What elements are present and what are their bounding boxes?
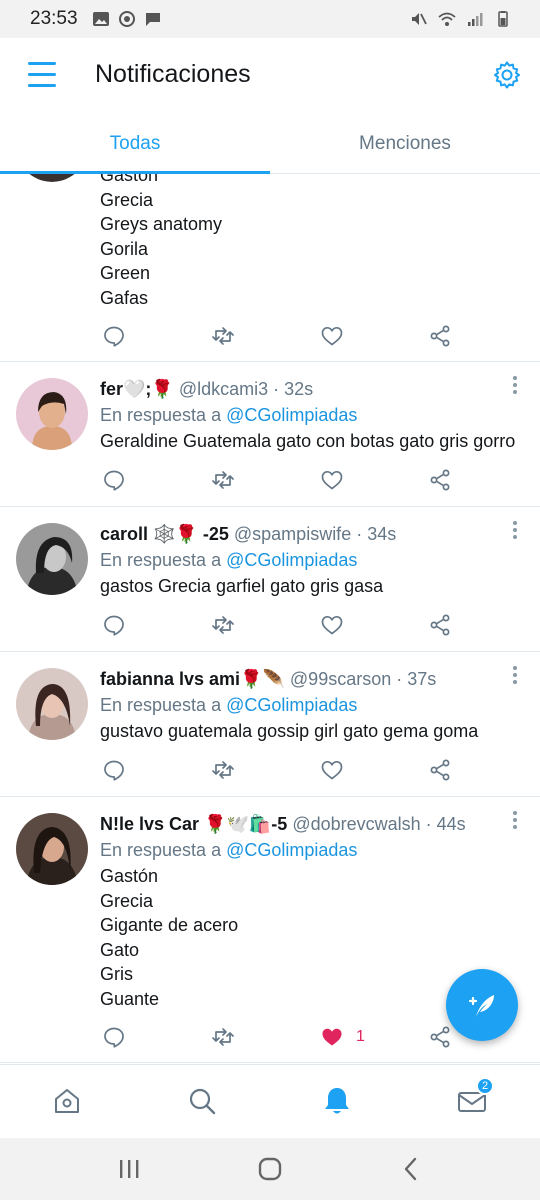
mute-icon — [412, 13, 427, 25]
tweet-header: N!le lvs Car 🌹🕊️🛍️-5 @dobrevcwalsh · 44s — [100, 811, 520, 837]
reply-prefix: En respuesta a — [100, 550, 227, 570]
notification-tabs: Todas Menciones — [0, 114, 540, 175]
retweet-icon[interactable] — [211, 1025, 235, 1049]
home-circle-icon[interactable] — [257, 1156, 283, 1182]
status-time: 23:53 — [30, 8, 78, 29]
reply-icon[interactable] — [102, 758, 126, 782]
reply-icon[interactable] — [102, 468, 126, 492]
avatar[interactable] — [16, 668, 88, 740]
messages-envelope-icon[interactable]: 2 — [456, 1077, 494, 1117]
messages-badge: 2 — [476, 1077, 494, 1095]
display-name[interactable]: N!le lvs Car 🌹🕊️🛍️-5 — [100, 814, 287, 834]
reply-icon[interactable] — [102, 613, 126, 637]
share-icon[interactable] — [428, 1025, 452, 1049]
display-name[interactable]: fabianna lvs ami🌹🪶 — [100, 669, 285, 689]
avatar[interactable] — [16, 174, 88, 182]
share-icon[interactable] — [428, 758, 452, 782]
tweet-item[interactable]: Gastón Grecia Greys anatomy Gorila Green… — [0, 174, 540, 362]
tweet-header: fabianna lvs ami🌹🪶 @99scarson · 37s — [100, 666, 520, 692]
back-icon[interactable] — [400, 1156, 420, 1182]
avatar[interactable] — [16, 378, 88, 450]
signal-icon — [468, 13, 483, 26]
reply-context: En respuesta a @CGolimpiadas — [100, 692, 520, 718]
reply-context: En respuesta a @CGolimpiadas — [100, 547, 520, 573]
notifications-bell-icon[interactable] — [321, 1085, 353, 1117]
reply-mention-link[interactable]: @CGolimpiadas — [226, 405, 357, 425]
tweet-actions — [100, 324, 460, 348]
hamburger-menu-icon[interactable] — [28, 60, 58, 88]
tweet-text: gustavo guatemala gossip girl gato gema … — [100, 721, 479, 741]
search-icon[interactable] — [186, 1085, 218, 1117]
tab-menciones[interactable]: Menciones — [270, 114, 540, 174]
tweet-header: fer🤍;🌹 @ldkcami3 · 32s — [100, 376, 520, 402]
compose-tweet-icon — [468, 995, 494, 1017]
recent-apps-icon[interactable] — [118, 1156, 140, 1182]
reply-context: En respuesta a @CGolimpiadas — [100, 837, 520, 863]
handle-and-time: @ldkcami3 · 32s — [178, 379, 314, 399]
reply-prefix: En respuesta a — [100, 840, 227, 860]
tab-todas[interactable]: Todas — [0, 114, 270, 175]
like-count: 1 — [356, 1028, 365, 1045]
tweet-item[interactable]: fabianna lvs ami🌹🪶 @99scarson · 37s En r… — [0, 652, 540, 797]
handle-and-time: @dobrevcwalsh · 44s — [292, 814, 466, 834]
tweet-actions — [100, 758, 460, 782]
more-options-icon[interactable] — [512, 666, 518, 686]
wifi-icon — [438, 12, 456, 26]
bottom-navigation: 2 — [0, 1064, 540, 1138]
share-icon[interactable] — [428, 613, 452, 637]
reply-mention-link[interactable]: @CGolimpiadas — [226, 550, 357, 570]
reply-prefix: En respuesta a — [100, 405, 227, 425]
avatar[interactable] — [16, 523, 88, 595]
status-left-icons — [92, 11, 162, 27]
reply-context: En respuesta a @CGolimpiadas — [100, 402, 520, 428]
page-title: Notificaciones — [95, 60, 251, 88]
status-right-icons — [410, 11, 512, 27]
home-icon[interactable] — [51, 1085, 83, 1117]
display-name[interactable]: fer🤍;🌹 — [100, 379, 174, 399]
tweet-item[interactable]: fer🤍;🌹 @ldkcami3 · 32s En respuesta a @C… — [0, 362, 540, 507]
reply-prefix: En respuesta a — [100, 695, 227, 715]
display-name[interactable]: caroll 🕸️🌹 -25 — [100, 524, 229, 544]
retweet-icon[interactable] — [211, 468, 235, 492]
like-icon[interactable] — [320, 468, 344, 492]
reply-mention-link[interactable]: @CGolimpiadas — [226, 840, 357, 860]
compose-tweet-button[interactable] — [446, 969, 518, 1041]
like-icon[interactable] — [320, 324, 344, 348]
tweet-text: Geraldine Guatemala gato con botas gato … — [100, 431, 516, 451]
retweet-icon[interactable] — [211, 613, 235, 637]
more-options-icon[interactable] — [512, 811, 518, 831]
handle-and-time: @spampiswife · 34s — [233, 524, 397, 544]
retweet-icon[interactable] — [211, 758, 235, 782]
like-icon[interactable] — [320, 613, 344, 637]
message-icon — [145, 13, 160, 26]
share-icon[interactable] — [428, 324, 452, 348]
like-icon[interactable] — [320, 758, 344, 782]
battery-icon — [498, 11, 508, 27]
tweet-actions — [100, 613, 460, 637]
tweet-actions: 1 — [100, 1025, 460, 1049]
more-options-icon[interactable] — [512, 376, 518, 396]
more-options-icon[interactable] — [512, 521, 518, 541]
handle-and-time: @99scarson · 37s — [289, 669, 437, 689]
gear-icon[interactable] — [492, 60, 522, 90]
reply-mention-link[interactable]: @CGolimpiadas — [226, 695, 357, 715]
like-button-liked[interactable]: 1 — [320, 1025, 365, 1049]
tweet-item[interactable]: caroll 🕸️🌹 -25 @spampiswife · 34s En res… — [0, 507, 540, 652]
app-header: Notificaciones — [0, 38, 540, 114]
tweet-actions — [100, 468, 460, 492]
liked-heart-icon — [322, 1028, 342, 1046]
status-bar: 23:53 — [0, 0, 540, 38]
system-navigation-bar — [0, 1138, 540, 1200]
whatsapp-icon — [118, 11, 135, 27]
tweet-text: gastos Grecia garfiel gato gris gasa — [100, 576, 384, 596]
notifications-feed[interactable]: Gastón Grecia Greys anatomy Gorila Green… — [0, 174, 540, 1064]
share-icon[interactable] — [428, 468, 452, 492]
avatar[interactable] — [16, 813, 88, 885]
tweet-header: caroll 🕸️🌹 -25 @spampiswife · 34s — [100, 521, 520, 547]
gallery-icon — [92, 12, 109, 26]
retweet-icon[interactable] — [211, 324, 235, 348]
reply-icon[interactable] — [102, 1025, 126, 1049]
tweet-text: Gastón Grecia Greys anatomy Gorila Green… — [100, 174, 223, 308]
reply-icon[interactable] — [102, 324, 126, 348]
